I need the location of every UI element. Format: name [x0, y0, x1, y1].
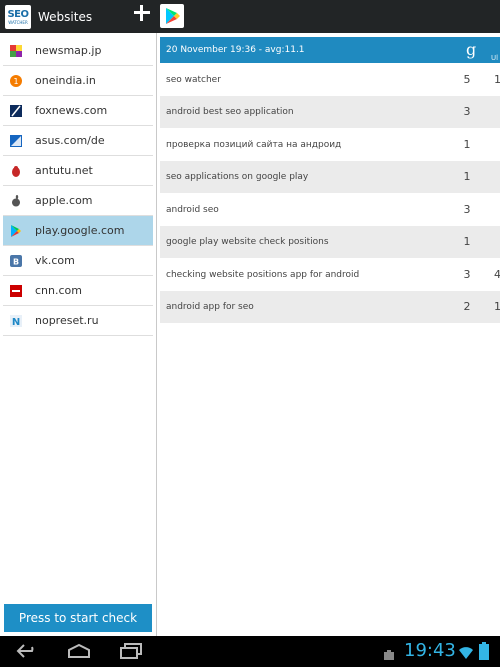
- asus-favicon-icon: [10, 134, 22, 147]
- google-position: 3: [463, 105, 471, 118]
- positions-panel: 20 November 19:36 - avg:11.1 g Ul seo wa…: [157, 33, 500, 636]
- google-position: 1: [463, 235, 471, 248]
- table-row[interactable]: android best seo application 3: [160, 96, 500, 128]
- keyword: android seo: [166, 205, 219, 215]
- plus-icon[interactable]: [133, 4, 151, 22]
- google-position: 3: [463, 203, 471, 216]
- vk-favicon-icon: B: [10, 254, 22, 267]
- google-position: 3: [463, 268, 471, 281]
- table-row[interactable]: google play website check positions 1: [160, 226, 500, 258]
- recent-apps-icon[interactable]: [119, 643, 143, 663]
- sidebar-item-label: oneindia.in: [35, 74, 96, 87]
- nopreset-favicon-icon: N: [10, 314, 22, 328]
- wifi-icon: [458, 645, 474, 664]
- newsmap-favicon-icon: [10, 44, 22, 57]
- sidebar-item-play-google[interactable]: play.google.com: [3, 216, 153, 246]
- sidebar-item-label: nopreset.ru: [35, 314, 99, 327]
- sidebar-item-label: foxnews.com: [35, 104, 108, 117]
- website-list: newsmap.jp 1 oneindia.in foxnews.com asu…: [0, 33, 157, 636]
- table-row[interactable]: android app for seo 2 1: [160, 291, 500, 323]
- second-position: 4: [494, 268, 500, 281]
- keyword: seo watcher: [166, 75, 221, 85]
- google-g-icon: g: [466, 40, 477, 59]
- antutu-favicon-icon: [10, 165, 22, 177]
- sidebar-item-asus[interactable]: asus.com/de: [3, 126, 153, 156]
- google-position: 2: [463, 300, 471, 313]
- sidebar-item-antutu[interactable]: antutu.net: [3, 156, 153, 186]
- column-header-partial: Ul: [491, 54, 499, 62]
- sidebar-item-nopreset[interactable]: N nopreset.ru: [3, 306, 153, 336]
- google-position: 1: [463, 170, 471, 183]
- foxnews-favicon-icon: [10, 104, 22, 117]
- second-position: 1: [494, 73, 500, 86]
- oneindia-favicon-icon: 1: [10, 74, 22, 87]
- table-row[interactable]: seo applications on google play 1: [160, 161, 500, 193]
- table-row[interactable]: проверка позиций сайта на андроид 1: [160, 129, 500, 161]
- second-position: 1: [494, 300, 500, 313]
- sidebar-item-label: play.google.com: [35, 224, 125, 237]
- sidebar-item-label: newsmap.jp: [35, 44, 102, 57]
- logo-subtext: WATCHER: [8, 19, 28, 25]
- google-position: 5: [463, 73, 471, 86]
- status-clock: 19:43: [404, 640, 456, 661]
- app-title: Websites: [38, 9, 93, 24]
- svg-text:B: B: [13, 257, 19, 266]
- keyword: seo applications on google play: [166, 172, 309, 182]
- table-row[interactable]: checking website positions app for andro…: [160, 259, 500, 291]
- start-check-button[interactable]: Press to start check: [4, 604, 152, 632]
- keyword: checking website positions app for andro…: [166, 270, 360, 280]
- sidebar-item-cnn[interactable]: cnn.com: [3, 276, 153, 306]
- keyword: android app for seo: [166, 302, 254, 312]
- cnn-favicon-icon: [10, 284, 22, 297]
- action-bar: SEO WATCHER Websites: [0, 0, 500, 34]
- back-icon[interactable]: [16, 643, 40, 663]
- keyword: google play website check positions: [166, 237, 329, 247]
- seo-watcher-logo-icon[interactable]: SEO WATCHER: [5, 4, 31, 29]
- table-row[interactable]: android seo 3: [160, 194, 500, 226]
- sidebar-item-label: apple.com: [35, 194, 93, 207]
- sidebar-item-vk[interactable]: B vk.com: [3, 246, 153, 276]
- google-play-favicon-icon: [10, 224, 22, 237]
- sidebar-item-label: asus.com/de: [35, 134, 105, 147]
- svg-text:N: N: [12, 317, 20, 327]
- check-date-avg: 20 November 19:36 - avg:11.1: [166, 45, 305, 55]
- logo-text: SEO: [7, 8, 29, 20]
- sidebar-item-newsmap[interactable]: newsmap.jp: [3, 36, 153, 66]
- apple-favicon-icon: [10, 194, 22, 207]
- sidebar-item-label: antutu.net: [35, 164, 93, 177]
- table-row[interactable]: seo watcher 5 1: [160, 64, 500, 96]
- keyword: android best seo application: [166, 107, 294, 117]
- screenshot-icon: [383, 646, 395, 665]
- home-icon[interactable]: [66, 643, 92, 663]
- google-position: 1: [463, 138, 471, 151]
- sidebar-item-oneindia[interactable]: 1 oneindia.in: [3, 66, 153, 96]
- svg-text:1: 1: [13, 77, 18, 86]
- battery-icon: [479, 642, 489, 664]
- sidebar-item-label: cnn.com: [35, 284, 82, 297]
- google-play-icon[interactable]: [160, 4, 184, 28]
- sidebar-item-foxnews[interactable]: foxnews.com: [3, 96, 153, 126]
- sidebar-item-label: vk.com: [35, 254, 75, 267]
- check-header: 20 November 19:36 - avg:11.1 g Ul: [160, 37, 500, 63]
- sidebar-item-apple[interactable]: apple.com: [3, 186, 153, 216]
- keyword: проверка позиций сайта на андроид: [166, 140, 342, 150]
- system-nav-bar: 19:43: [0, 636, 500, 667]
